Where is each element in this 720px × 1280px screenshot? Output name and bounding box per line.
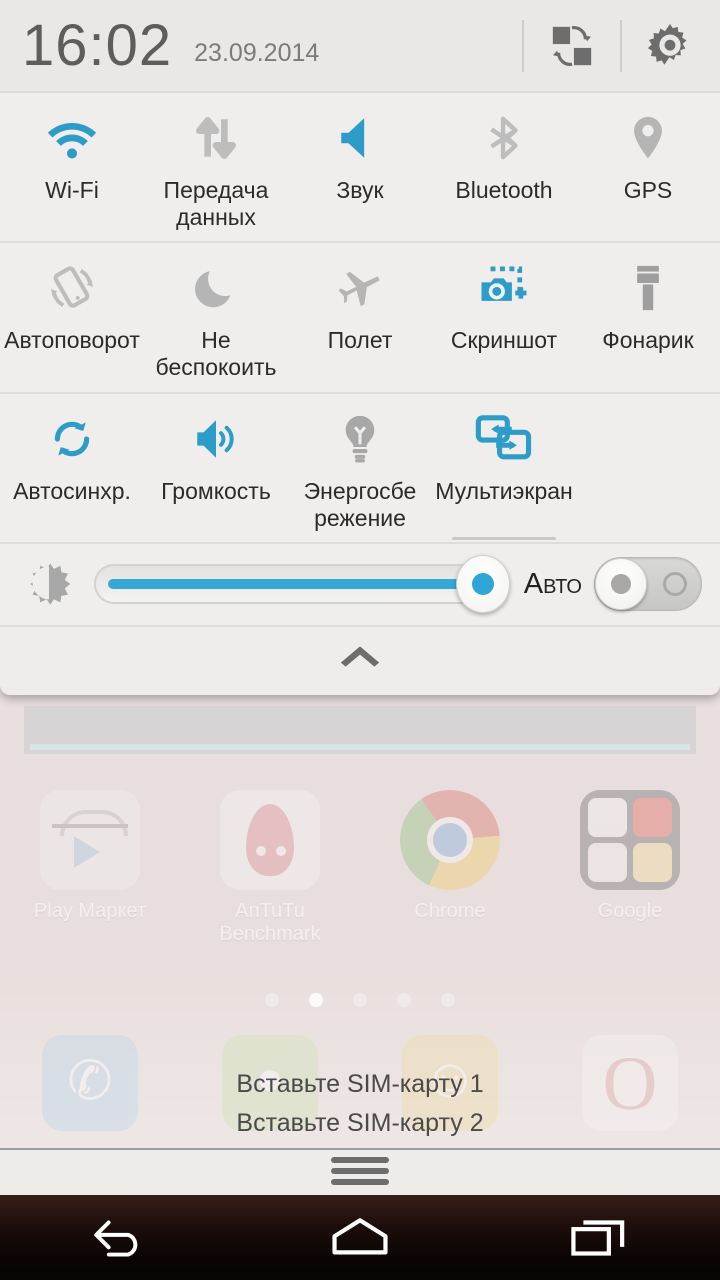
app-antutu[interactable]: AnTuTu Benchmark (180, 790, 360, 946)
brightness-slider[interactable] (94, 555, 510, 614)
qs-label: Bluetooth (455, 177, 553, 203)
wifi-icon (44, 107, 100, 169)
home-app-row: Play Маркет AnTuTu Benchmark Chrome Goog… (0, 790, 720, 946)
app-chrome[interactable]: Chrome (360, 790, 540, 946)
quick-settings-row-3: Автосинхр. Громкость Энергосбе режение М… (0, 393, 720, 544)
qs-tile-flashlight[interactable]: Фонарик (576, 243, 720, 391)
divider (522, 19, 524, 72)
qs-tile-auto-rotate[interactable]: Автоповорот (0, 243, 144, 391)
toggle-off-indicator (663, 572, 687, 597)
sim-card-messages: Вставьте SIM-карту 1 Вставьте SIM-карту … (0, 1065, 720, 1143)
app-label: AnTuTu Benchmark (219, 900, 321, 945)
gear-icon[interactable] (642, 18, 698, 74)
moon-icon (193, 257, 239, 319)
divider (620, 19, 622, 72)
page-dot-active (309, 993, 323, 1007)
brightness-row: Авто (0, 543, 720, 627)
brightness-sun-icon (18, 558, 80, 610)
brightness-slider-fill (108, 579, 492, 590)
auto-brightness-toggle[interactable] (594, 557, 702, 612)
gps-pin-icon (626, 107, 670, 169)
auto-rotate-icon (45, 257, 99, 319)
quick-settings-row-1: Wi-Fi Передача данных Звук Bluetooth GPS (0, 93, 720, 244)
collapse-panel-handle[interactable] (0, 626, 720, 687)
qs-label: GPS (623, 177, 673, 203)
flashlight-icon (630, 257, 666, 319)
qs-tile-volume[interactable]: Громкость (144, 394, 288, 542)
app-drawer-handle-icon[interactable] (331, 1152, 389, 1190)
qs-tile-mobile-data[interactable]: Передача данных (144, 93, 288, 241)
app-play-market[interactable]: Play Маркет (0, 790, 180, 946)
app-label: Google (597, 900, 663, 922)
sim-message-1: Вставьте SIM-карту 1 (236, 1070, 484, 1098)
antutu-icon (220, 790, 320, 890)
qs-label: Автосинхр. (13, 477, 131, 504)
quick-settings-panel: 16:02 23.09.2014 Wi-Fi Передача данных З… (0, 0, 720, 695)
clock-time: 16:02 (22, 12, 173, 78)
qs-tile-empty (576, 394, 720, 542)
sim-message-2: Вставьте SIM-карту 2 (236, 1108, 484, 1137)
page-indicator-dots (0, 993, 720, 1007)
app-label: Play Маркет (33, 900, 147, 922)
page-dot (353, 993, 367, 1007)
screenshot-camera-icon (477, 257, 531, 319)
airplane-icon (333, 257, 387, 319)
qs-tile-power-saving[interactable]: Энергосбе режение (288, 394, 432, 542)
qs-tile-gps[interactable]: GPS (576, 93, 720, 241)
home-widget-underline (30, 744, 690, 750)
qs-label: Скриншот (450, 327, 558, 354)
qs-tile-auto-sync[interactable]: Автосинхр. (0, 394, 144, 542)
page-dot (441, 993, 455, 1007)
qs-tile-multiscreen[interactable]: Мультиэкран (432, 394, 576, 542)
multiscreen-icon (475, 408, 533, 470)
google-folder-icon (580, 790, 680, 890)
back-icon[interactable] (0, 1195, 240, 1280)
auto-sync-icon (47, 408, 97, 470)
qs-tile-airplane[interactable]: Полет (288, 243, 432, 391)
volume-icon (189, 408, 243, 470)
quick-settings-row-2: Автоповорот Не беспокоить Полет Скриншот… (0, 243, 720, 394)
switch-panel-icon[interactable] (544, 18, 600, 74)
chevron-up-icon (337, 640, 383, 673)
chrome-icon (400, 790, 500, 890)
qs-tile-wifi[interactable]: Wi-Fi (0, 93, 144, 241)
qs-label: Передача данных (163, 177, 269, 231)
navigation-bar (0, 1195, 720, 1280)
qs-label: Фонарик (602, 327, 694, 354)
bluetooth-icon (481, 107, 527, 169)
app-google-folder[interactable]: Google (540, 790, 720, 946)
qs-tile-sound[interactable]: Звук (288, 93, 432, 241)
sound-icon (335, 107, 385, 169)
qs-label: Wi-Fi (45, 177, 99, 203)
page-dot (397, 993, 411, 1007)
auto-brightness-label: Авто (523, 567, 582, 600)
qs-label: Громкость (161, 477, 271, 504)
qs-label: Автоповорот (4, 327, 140, 354)
app-label: Chrome (414, 900, 486, 922)
qs-label: Звук (336, 177, 384, 203)
qs-label: Полет (327, 327, 393, 354)
data-transfer-icon (191, 107, 241, 169)
brightness-slider-knob[interactable] (455, 555, 510, 614)
recents-icon[interactable] (480, 1195, 720, 1280)
page-dot (265, 993, 279, 1007)
clock-date: 23.09.2014 (194, 39, 320, 67)
qs-tile-do-not-disturb[interactable]: Не беспокоить (144, 243, 288, 391)
lightbulb-icon (338, 408, 382, 470)
play-store-icon (40, 790, 140, 890)
toggle-knob (595, 558, 647, 611)
qs-label: Энергосбе режение (303, 477, 417, 531)
status-bar: 16:02 23.09.2014 (0, 0, 720, 93)
qs-label: Мультиэкран (435, 477, 573, 504)
qs-tile-screenshot[interactable]: Скриншот (432, 243, 576, 391)
qs-label: Не беспокоить (155, 327, 277, 381)
home-icon[interactable] (240, 1195, 480, 1280)
qs-tile-bluetooth[interactable]: Bluetooth (432, 93, 576, 241)
